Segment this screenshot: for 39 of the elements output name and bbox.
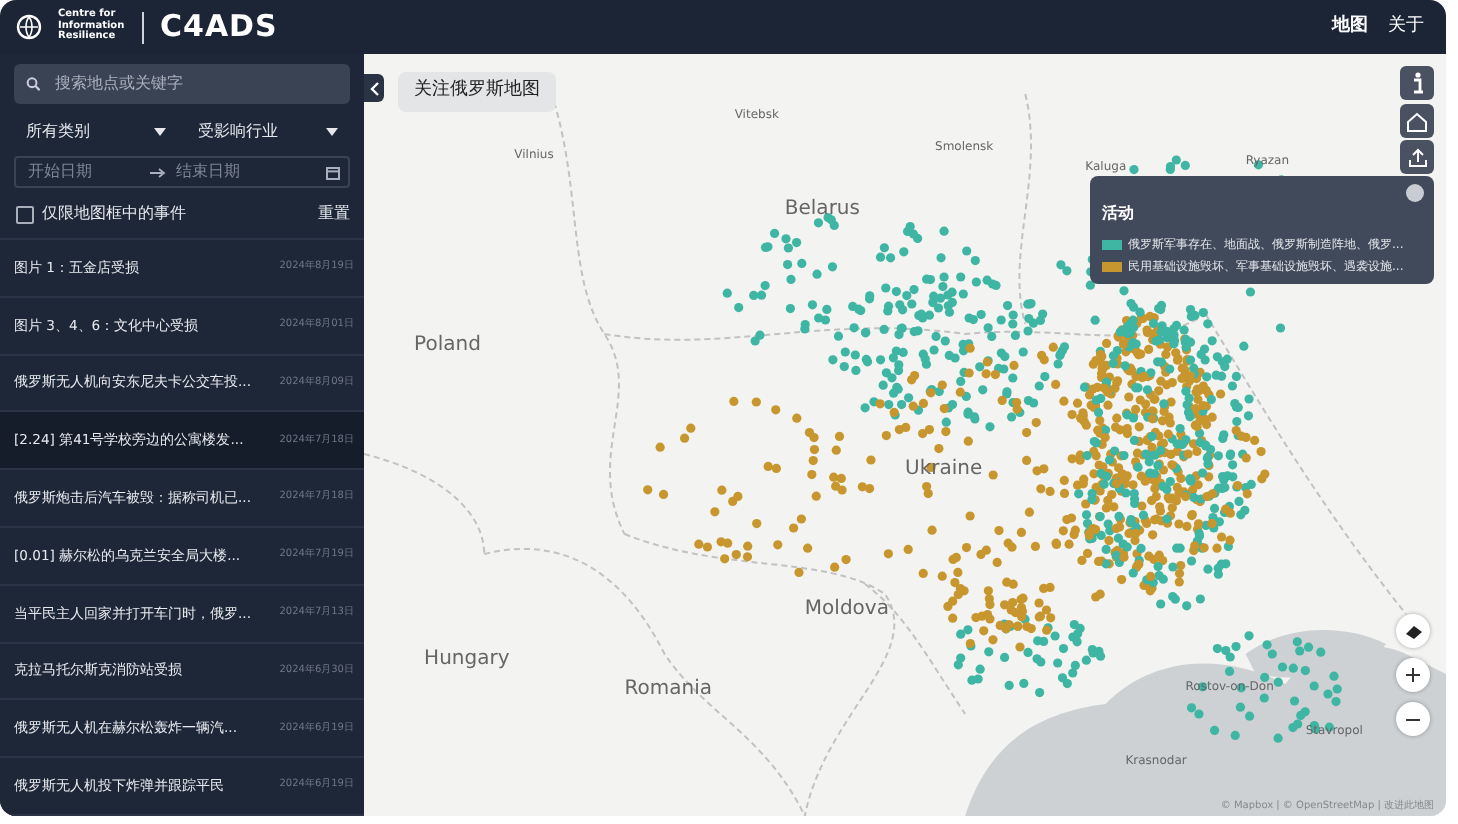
- category-dropdown[interactable]: 受影响行业: [188, 120, 348, 144]
- close-button[interactable]: [1406, 184, 1424, 202]
- layers-icon: [1403, 623, 1423, 639]
- home-button[interactable]: [1400, 104, 1434, 138]
- search-icon: [26, 76, 41, 92]
- collapse-button[interactable]: [364, 74, 384, 102]
- calendar-icon: [326, 165, 340, 179]
- country-label: Belarus: [784, 198, 860, 220]
- plus-icon: [1406, 668, 1420, 682]
- share-button[interactable]: [1400, 140, 1434, 174]
- caret-icon: [154, 128, 166, 136]
- legend-title: 活动: [1102, 202, 1134, 226]
- nav-link[interactable]: 关于: [1382, 13, 1430, 41]
- country-label: Moldova: [804, 598, 889, 620]
- country-label: Ukraine: [905, 458, 983, 480]
- reset-link[interactable]: 重置: [318, 202, 350, 226]
- upload-icon: [1407, 147, 1427, 167]
- info-button[interactable]: [1400, 66, 1434, 100]
- nav-link[interactable]: 地图: [1326, 13, 1374, 41]
- info-icon: [1411, 72, 1423, 94]
- home-icon: [1406, 111, 1428, 131]
- country-label: Romania: [624, 678, 713, 700]
- arrow-icon: [150, 167, 166, 177]
- end-date-field[interactable]: 结束日期: [172, 158, 292, 186]
- logo-brand-text: C4ADS: [160, 6, 278, 49]
- minus-icon: [1406, 717, 1420, 721]
- map-title: 关注俄罗斯地图: [398, 72, 556, 111]
- checkbox[interactable]: [16, 205, 34, 223]
- search-field[interactable]: 搜索地点或关键字: [14, 64, 350, 104]
- country-label: Poland: [414, 334, 481, 356]
- date-range-field[interactable]: 开始日期 结束日期: [14, 156, 350, 188]
- caret-icon: [326, 128, 338, 136]
- category-dropdown[interactable]: 所有类别: [16, 120, 176, 144]
- start-date-field[interactable]: 开始日期: [24, 158, 144, 186]
- chevron-left-icon: [369, 81, 379, 95]
- country-label: Hungary: [424, 648, 510, 670]
- search-input[interactable]: 搜索地点或关键字: [50, 70, 338, 98]
- globe-logo-icon: [16, 14, 42, 40]
- checkbox-label: 仅限地图框中的事件: [42, 202, 186, 226]
